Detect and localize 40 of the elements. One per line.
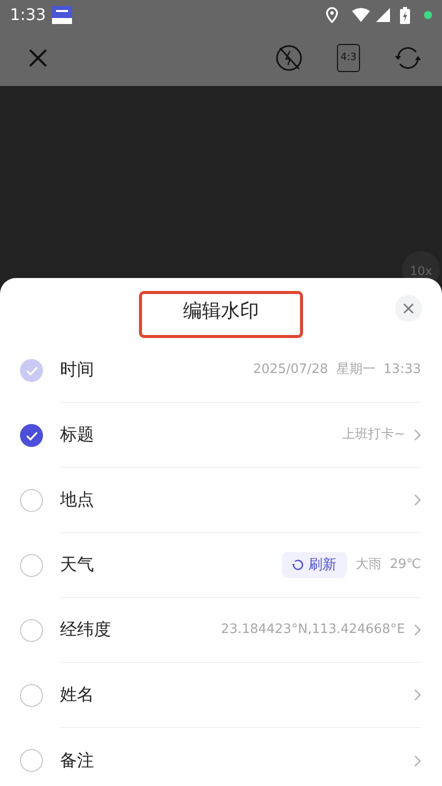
close-button[interactable]: [27, 47, 49, 69]
status-time: 1:33: [10, 4, 46, 26]
item-label: 天气: [60, 554, 94, 578]
aspect-ratio-button[interactable]: 4:3: [337, 44, 360, 72]
chevron-right-icon[interactable]: [414, 624, 421, 636]
check-icon: [26, 366, 38, 376]
refresh-button[interactable]: 刷新: [282, 552, 347, 578]
location-icon: [326, 7, 338, 23]
flash-off-button[interactable]: [275, 44, 303, 72]
item-label: 备注: [60, 750, 94, 773]
close-icon: [403, 303, 414, 314]
app-notification-icon: [52, 6, 72, 24]
item-value: 大雨 29℃: [356, 556, 421, 574]
close-button[interactable]: [395, 295, 422, 322]
checkbox[interactable]: [20, 749, 43, 772]
item-label: 时间: [60, 359, 94, 382]
item-value: 2025/07/28 星期一 13:33: [253, 361, 421, 380]
chevron-right-icon[interactable]: [414, 494, 421, 506]
signal-icon: [376, 8, 390, 22]
item-value: 23.184423°N,113.424668°E: [221, 621, 405, 640]
item-label: 地点: [60, 489, 94, 512]
chevron-right-icon[interactable]: [414, 754, 421, 766]
item-value: 上班打卡~: [342, 426, 405, 444]
chevron-right-icon[interactable]: [414, 429, 421, 441]
checkbox[interactable]: [20, 684, 43, 707]
checkbox[interactable]: [20, 424, 43, 447]
battery-icon: [400, 6, 410, 24]
refresh-icon: [292, 559, 304, 571]
check-icon: [26, 430, 38, 440]
checkbox[interactable]: [20, 489, 43, 512]
notification-dot-icon: [424, 11, 432, 19]
switch-camera-button[interactable]: [394, 44, 422, 72]
chevron-right-icon[interactable]: [414, 689, 421, 701]
item-label: 姓名: [60, 684, 94, 708]
checkbox[interactable]: [20, 619, 43, 642]
wifi-icon: [352, 8, 370, 22]
sheet-title: 编辑水印: [139, 291, 303, 338]
item-label: 标题: [60, 424, 94, 448]
checkbox[interactable]: [20, 554, 43, 577]
item-label: 经纬度: [60, 619, 111, 642]
